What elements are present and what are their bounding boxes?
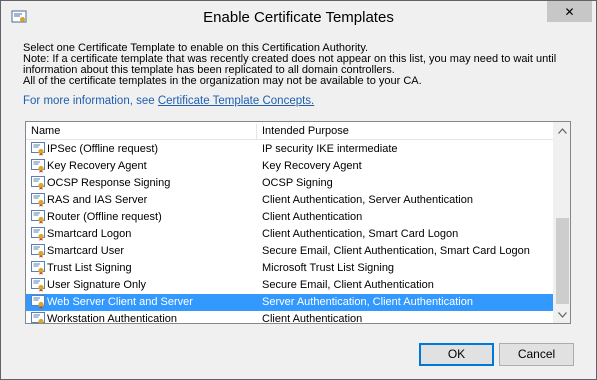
column-header-name[interactable]: Name	[31, 122, 255, 140]
certificate-template-icon	[31, 312, 45, 323]
list-item[interactable]: Router (Offline request) Client Authentic…	[26, 209, 553, 226]
template-intended-purpose: Client Authentication, Smart Card Logon	[262, 228, 459, 240]
window-title: Enable Certificate Templates	[203, 9, 394, 26]
template-intended-purpose: Client Authentication, Server Authentica…	[262, 194, 473, 206]
template-name: Web Server Client and Server	[47, 296, 193, 308]
vertical-scrollbar[interactable]	[553, 122, 570, 323]
template-intended-purpose: Key Recovery Agent	[262, 160, 362, 172]
certificate-template-icon	[31, 176, 45, 190]
template-intended-purpose: Client Authentication	[262, 313, 363, 324]
scrollbar-thumb[interactable]	[556, 218, 569, 304]
template-intended-purpose: OCSP Signing	[262, 177, 333, 189]
certificate-templates-list[interactable]: Name Intended Purpose IPSec (Offline req…	[25, 121, 571, 324]
template-name: Workstation Authentication	[47, 313, 178, 324]
template-intended-purpose: Secure Email, Client Authentication	[262, 279, 434, 291]
certificate-template-icon	[31, 295, 45, 309]
list-item[interactable]: Smartcard Logon Client Authentication, Sm…	[26, 226, 553, 243]
close-button[interactable]: ✕	[547, 1, 592, 22]
template-name: Router (Offline request)	[47, 211, 162, 223]
list-header: Name Intended Purpose	[26, 122, 553, 140]
certificate-template-icon	[31, 227, 45, 241]
template-intended-purpose: Client Authentication	[262, 211, 363, 223]
close-icon: ✕	[564, 4, 575, 19]
template-name: User Signature Only	[47, 279, 147, 291]
template-name: Trust List Signing	[47, 262, 132, 274]
certificate-template-icon	[31, 210, 45, 224]
template-name: Smartcard User	[47, 245, 125, 257]
list-item[interactable]: Trust List Signing Microsoft Trust List S…	[26, 260, 553, 277]
template-intended-purpose: Server Authentication, Client Authentica…	[262, 296, 473, 308]
enable-certificate-templates-dialog: Enable Certificate Templates ✕ Select on…	[0, 0, 597, 380]
list-item[interactable]: OCSP Response Signing OCSP Signing	[26, 175, 553, 192]
list-item[interactable]: User Signature Only Secure Email, Client …	[26, 277, 553, 294]
template-intended-purpose: IP security IKE intermediate	[262, 143, 398, 155]
title-bar[interactable]: Enable Certificate Templates ✕	[1, 1, 596, 33]
template-name: RAS and IAS Server	[47, 194, 148, 206]
template-name: IPSec (Offline request)	[47, 143, 159, 155]
template-name: Smartcard Logon	[47, 228, 132, 240]
list-item[interactable]: Workstation Authentication Client Authent…	[26, 311, 553, 324]
cancel-button[interactable]: Cancel	[499, 343, 574, 366]
certificate-template-icon	[31, 278, 45, 292]
template-intended-purpose: Microsoft Trust List Signing	[262, 262, 395, 274]
list-item[interactable]: Smartcard User Secure Email, Client Authe…	[26, 243, 553, 260]
more-info-prefix: For more information, see	[23, 95, 158, 107]
template-name: OCSP Response Signing	[47, 177, 171, 189]
description-line: All of the certificate templates in the …	[23, 75, 422, 87]
certificate-template-icon	[31, 261, 45, 275]
list-item[interactable]: RAS and IAS Server Client Authentication,…	[26, 192, 553, 209]
ok-button[interactable]: OK	[419, 343, 494, 366]
list-item[interactable]: Web Server Client and Server Server Authe…	[26, 294, 553, 311]
scroll-down-arrow-icon[interactable]	[554, 306, 570, 323]
certificate-template-concepts-link[interactable]: Certificate Template Concepts.	[158, 95, 314, 107]
list-rows: IPSec (Offline request) IP security IKE i…	[26, 141, 553, 324]
certificate-template-icon	[31, 244, 45, 258]
list-item[interactable]: Key Recovery Agent Key Recovery Agent	[26, 158, 553, 175]
certificate-template-icon	[31, 193, 45, 207]
certificate-template-icon	[31, 142, 45, 156]
list-item[interactable]: IPSec (Offline request) IP security IKE i…	[26, 141, 553, 158]
template-intended-purpose: Secure Email, Client Authentication, Sma…	[262, 245, 530, 257]
more-info-text: For more information, see Certificate Te…	[23, 95, 314, 107]
template-name: Key Recovery Agent	[47, 160, 147, 172]
certificate-template-icon	[31, 159, 45, 173]
column-header-intended-purpose[interactable]: Intended Purpose	[262, 122, 552, 140]
description-text: Select one Certificate Template to enabl…	[23, 43, 583, 87]
column-separator[interactable]	[256, 124, 257, 139]
scroll-up-arrow-icon[interactable]	[554, 122, 570, 139]
